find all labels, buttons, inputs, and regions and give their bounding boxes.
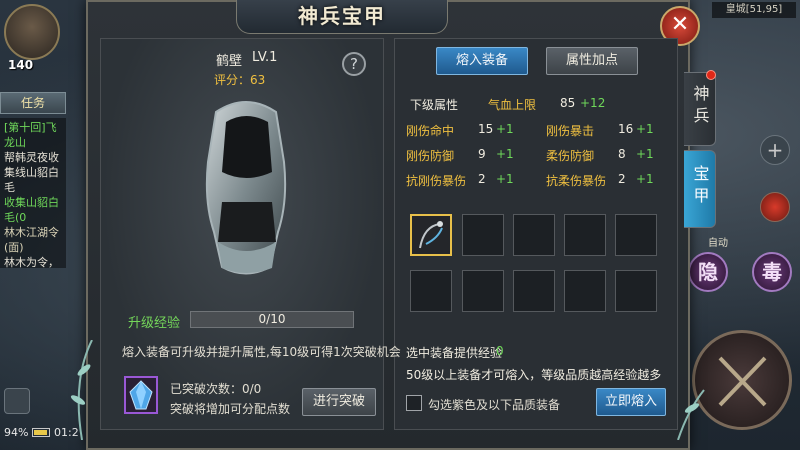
- plus-icon[interactable]: +: [760, 135, 790, 165]
- inventory-slot[interactable]: [615, 270, 657, 312]
- task-tab[interactable]: 任务: [0, 92, 66, 114]
- crystal-icon: [124, 376, 158, 414]
- break-through-button[interactable]: 进行突破: [302, 388, 376, 416]
- stat-label: 抗刚伤暴伤: [406, 174, 467, 188]
- select-purple-checkbox[interactable]: [406, 395, 422, 411]
- inventory-slot[interactable]: [513, 270, 555, 312]
- inventory-slot[interactable]: [410, 214, 452, 256]
- upgrade-exp-text: 0/10: [258, 312, 286, 326]
- hp-max-value: 85: [560, 96, 576, 110]
- stat-value: 16: [618, 122, 634, 136]
- auto-label[interactable]: 自动: [708, 234, 728, 249]
- quest-title: [第十回]飞龙山: [4, 121, 57, 149]
- stat-value: 2: [478, 172, 486, 186]
- equipment-name: 鹤壁: [216, 54, 243, 69]
- map-coordinates[interactable]: 皇城[51,95]: [712, 2, 796, 18]
- crossed-swords-icon: [718, 356, 767, 407]
- stat-label: 刚伤命中: [406, 124, 455, 138]
- quest-description: 帮韩灵夜收集线山貂白毛: [4, 151, 59, 194]
- selected-exp-label: 选中装备提供经验: [406, 346, 503, 360]
- stat-value: 9: [478, 147, 486, 161]
- battery-percent: 94%: [4, 426, 29, 439]
- stat-increase: +1: [496, 172, 514, 186]
- skill-poison-button[interactable]: 毒: [752, 252, 792, 292]
- tab-merge-equipment[interactable]: 熔入装备: [436, 47, 528, 75]
- tab-divine-weapon[interactable]: 神兵: [684, 72, 716, 146]
- inventory-slot[interactable]: [564, 214, 606, 256]
- potion-icon[interactable]: [760, 192, 790, 222]
- stat-value: 15: [478, 122, 494, 136]
- armor-icon: [205, 101, 287, 275]
- tab-label: 神兵: [690, 85, 710, 129]
- break-hint-text: 突破将增加可分配点数: [170, 402, 291, 416]
- quest-tracker[interactable]: [第十回]飞龙山 帮韩灵夜收集线山貂白毛 收集山貂白毛(0 林木江湖令(面) 林…: [0, 118, 66, 268]
- stat-increase: +1: [636, 122, 654, 136]
- select-purple-label[interactable]: 勾选紫色及以下品质装备: [428, 396, 560, 413]
- quest-goal: 收集山貂白毛(0: [4, 196, 59, 224]
- stat-label: 抗柔伤暴伤: [546, 174, 607, 188]
- player-level: 140: [8, 58, 34, 72]
- player-avatar[interactable]: [4, 4, 60, 60]
- break-count-text: 已突破次数：0/0: [170, 382, 262, 396]
- stat-increase: +1: [496, 122, 514, 136]
- inventory-slot[interactable]: [462, 214, 504, 256]
- upgrade-exp-label: 升级经验: [128, 316, 181, 331]
- quest-title: 林木江湖令(面): [4, 226, 59, 254]
- equipment-score: 评分：63: [214, 73, 266, 87]
- inventory-slot[interactable]: [564, 270, 606, 312]
- equipment-level: LV.1: [252, 50, 278, 65]
- inventory-slot[interactable]: [615, 214, 657, 256]
- stat-increase: +1: [636, 172, 654, 186]
- tab-label: 宝甲: [690, 165, 710, 209]
- stat-value: 8: [618, 147, 626, 161]
- merge-now-button[interactable]: 立即熔入: [596, 388, 666, 416]
- panel-title: 神兵宝甲: [236, 0, 448, 34]
- stat-label: 刚伤防御: [406, 149, 455, 163]
- next-level-attributes-label: 下级属性: [410, 98, 459, 112]
- notification-dot: [706, 70, 716, 80]
- stat-label: 柔伤防御: [546, 149, 595, 163]
- tab-attribute-points[interactable]: 属性加点: [546, 47, 638, 75]
- quest-description: 林木为令，扫除平，侠字为刀，间邪徒。: [4, 256, 59, 268]
- merge-hint-text: 熔入装备可升级并提升属性,每10级可得1次突破机会: [122, 345, 401, 359]
- help-icon[interactable]: ?: [342, 52, 366, 76]
- selected-exp-value: 0: [496, 344, 504, 358]
- upgrade-exp-bar: 0/10: [190, 311, 354, 328]
- inventory-slot[interactable]: [513, 214, 555, 256]
- camera-icon[interactable]: [4, 388, 30, 414]
- stat-label: 刚伤暴击: [546, 124, 595, 138]
- whip-weapon-icon: [419, 221, 443, 249]
- level-requirement-hint: 50级以上装备才可熔入，等级品质越高经验越多: [406, 368, 662, 382]
- skill-stealth-button[interactable]: 隐: [688, 252, 728, 292]
- hp-max-label: 气血上限: [488, 98, 537, 112]
- leaf-ornament-icon: [70, 340, 93, 440]
- hp-max-increase: +12: [580, 96, 606, 110]
- stat-value: 2: [618, 172, 626, 186]
- leaf-ornament-icon: [677, 389, 705, 440]
- stat-increase: +1: [496, 147, 514, 161]
- battery-icon: [32, 428, 50, 437]
- inventory-slot[interactable]: [462, 270, 504, 312]
- inventory-slot[interactable]: [410, 270, 452, 312]
- tab-treasure-armor[interactable]: 宝甲: [684, 150, 716, 228]
- stat-increase: +1: [636, 147, 654, 161]
